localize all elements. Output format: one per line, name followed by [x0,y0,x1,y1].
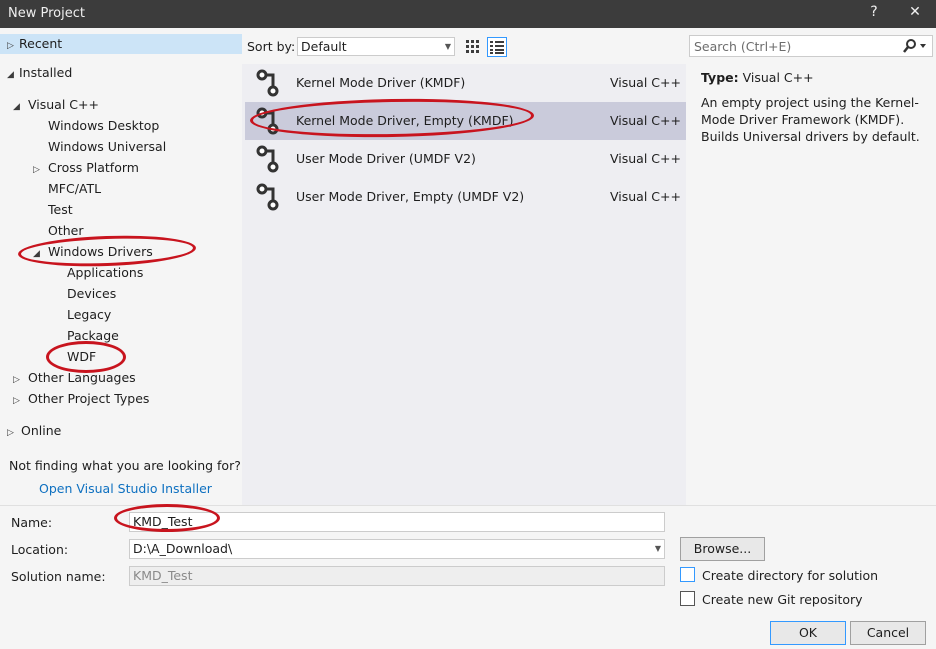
location-value: D:\A_Download\ [133,541,233,556]
name-label: Name: [11,515,53,530]
tree-item-mfc-atl[interactable]: MFC/ATL [48,179,101,199]
browse-button[interactable]: Browse... [680,537,765,561]
solution-name-label: Solution name: [11,569,106,584]
list-view-icon [490,40,504,54]
tree-item-online[interactable]: ▷ Online [7,421,61,441]
tree-item-windows-drivers[interactable]: ◢ Windows Drivers [33,242,153,262]
type-value: Visual C++ [742,70,814,85]
template-language: Visual C++ [610,189,681,204]
tree-item-label: Online [21,423,62,438]
template-tree: ▷ Recent ◢ Installed ◢ Visual C++ Windows D… [0,28,242,505]
collapse-arrow-icon: ◢ [33,249,40,259]
tree-item-installed[interactable]: ◢ Installed [7,63,72,83]
tree-item-applications[interactable]: Applications [67,263,143,283]
expand-arrow-icon: ▷ [7,41,14,51]
search-icon [903,39,926,53]
sort-dropdown[interactable]: Default ▼ [297,37,455,56]
chevron-down-icon: ▼ [444,42,451,51]
tree-item-package[interactable]: Package [67,326,119,346]
template-row[interactable]: User Mode Driver (UMDF V2) Visual C++ [245,140,686,178]
tree-item-label: Recent [19,36,63,51]
tree-item-other-project-types[interactable]: ▷ Other Project Types [13,389,149,409]
expand-arrow-icon: ▷ [13,375,20,385]
tree-item-label: Visual C++ [28,97,99,112]
cancel-button[interactable]: Cancel [850,621,926,645]
search-placeholder: Search (Ctrl+E) [694,39,792,54]
name-field[interactable]: KMD_Test [129,512,665,532]
tree-item-wdf[interactable]: WDF [67,347,96,367]
tree-item-recent[interactable]: ▷ Recent [0,34,242,54]
sort-bar: Sort by: Default ▼ [242,28,686,64]
open-installer-link[interactable]: Open Visual Studio Installer [39,481,212,496]
template-name: User Mode Driver (UMDF V2) [296,151,476,166]
grid-view-button[interactable] [463,37,483,57]
driver-template-icon [256,183,279,211]
collapse-arrow-icon: ◢ [7,70,14,80]
sort-label: Sort by: [247,39,296,54]
list-view-button[interactable] [487,37,507,57]
create-git-checkbox[interactable] [680,591,695,606]
collapse-arrow-icon: ◢ [13,102,20,112]
title-bar: New Project ? ✕ [0,0,936,28]
tree-item-test[interactable]: Test [48,200,73,220]
template-language: Visual C++ [610,75,681,90]
tree-item-label: Cross Platform [48,160,139,175]
template-list: Kernel Mode Driver (KMDF) Visual C++ Ker… [242,64,686,505]
driver-template-icon [256,145,279,173]
expand-arrow-icon: ▷ [33,165,40,175]
tree-item-other[interactable]: Other [48,221,84,241]
tree-item-cross-platform[interactable]: ▷ Cross Platform [33,158,139,178]
grid-view-icon [466,40,479,53]
template-description: An empty project using the Kernel-Mode D… [701,95,920,144]
chevron-down-icon: ▼ [654,544,661,553]
create-git-label: Create new Git repository [702,592,863,607]
tree-item-legacy[interactable]: Legacy [67,305,111,325]
location-label: Location: [11,542,69,557]
template-name: Kernel Mode Driver, Empty (KMDF) [296,113,514,128]
template-name: Kernel Mode Driver (KMDF) [296,75,466,90]
window-title: New Project [8,6,85,21]
tree-item-devices[interactable]: Devices [67,284,116,304]
tree-item-windows-universal[interactable]: Windows Universal [48,137,166,157]
tree-item-label: Windows Drivers [48,244,153,259]
template-language: Visual C++ [610,113,681,128]
ok-button[interactable]: OK [770,621,846,645]
search-box[interactable]: Search (Ctrl+E) [689,35,933,57]
expand-arrow-icon: ▷ [13,396,20,406]
template-language: Visual C++ [610,151,681,166]
template-row[interactable]: Kernel Mode Driver, Empty (KMDF) Visual … [245,102,686,140]
template-row[interactable]: Kernel Mode Driver (KMDF) Visual C++ [245,64,686,102]
tree-item-label: Other Project Types [28,391,150,406]
details-pane: Search (Ctrl+E) Type: Visual C++ An empt… [686,28,936,505]
sort-value: Default [301,39,347,54]
create-directory-label: Create directory for solution [702,568,879,583]
driver-template-icon [256,69,279,97]
create-directory-checkbox[interactable] [680,567,695,582]
type-label: Type: [701,70,739,85]
close-button[interactable]: ✕ [903,4,927,24]
driver-template-icon [256,107,279,135]
tree-item-visual-cpp[interactable]: ◢ Visual C++ [13,95,99,115]
tree-item-label: Other Languages [28,370,136,385]
type-line: Type: Visual C++ [701,70,814,85]
tree-item-other-languages[interactable]: ▷ Other Languages [13,368,136,388]
not-finding-text: Not finding what you are looking for? [9,458,241,473]
project-form: Name: KMD_Test Location: D:\A_Download\ … [0,505,936,649]
expand-arrow-icon: ▷ [7,428,14,438]
tree-item-label: Installed [19,65,73,80]
solution-name-field[interactable]: KMD_Test [129,566,665,586]
template-name: User Mode Driver, Empty (UMDF V2) [296,189,525,204]
template-row[interactable]: User Mode Driver, Empty (UMDF V2) Visual… [245,178,686,216]
tree-item-windows-desktop[interactable]: Windows Desktop [48,116,159,136]
help-button[interactable]: ? [862,4,886,24]
location-field[interactable]: D:\A_Download\ ▼ [129,539,665,559]
